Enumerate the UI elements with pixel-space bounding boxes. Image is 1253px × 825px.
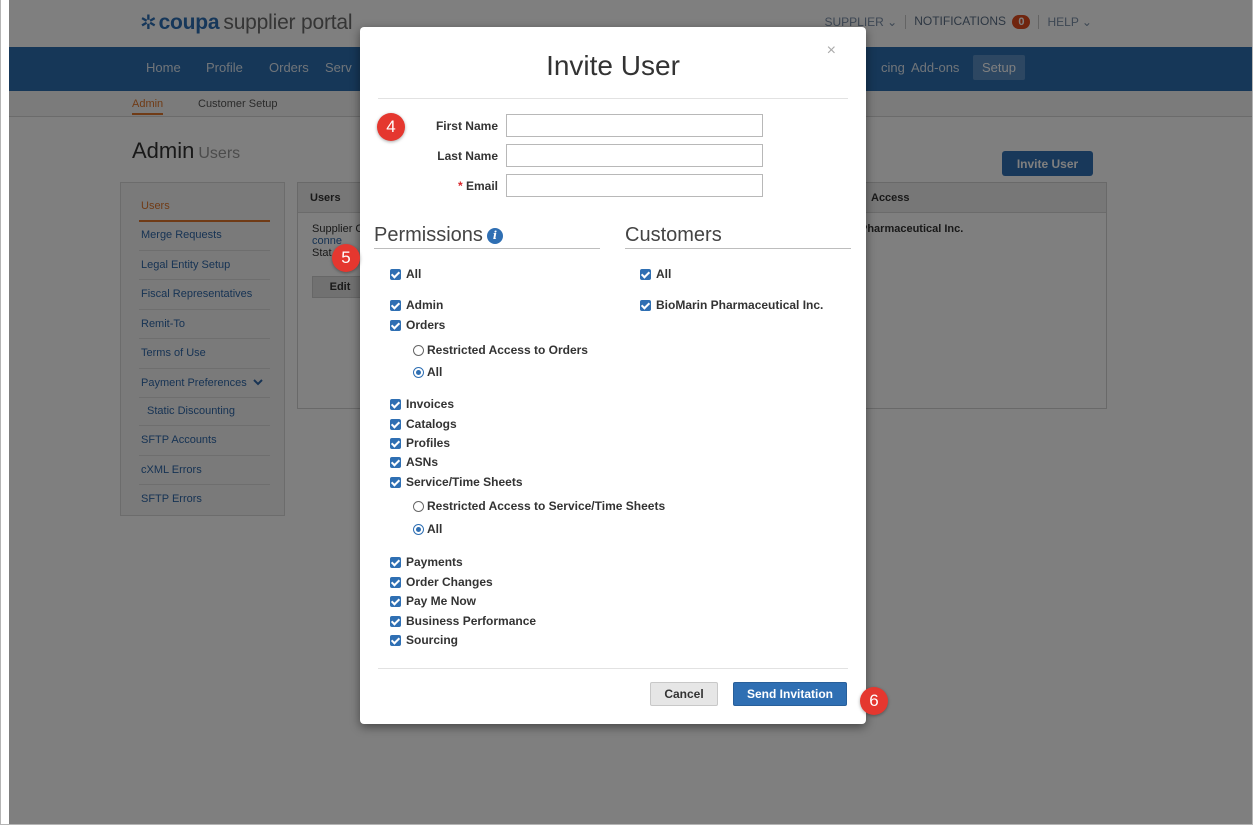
dialog-title: Invite User	[546, 50, 680, 81]
permissions-heading-text: Permissions	[374, 224, 483, 246]
checkbox-label: Admin	[406, 298, 444, 312]
permission-profiles-checkbox[interactable]: Profiles	[390, 436, 450, 450]
app-screen: ✲ coupa supplier portal SUPPLIER ⌄ NOTIF…	[0, 0, 1253, 825]
checkbox-label: All	[656, 267, 672, 281]
first-name-field[interactable]	[506, 114, 763, 137]
divider	[378, 668, 848, 669]
checkbox-label: Payments	[406, 555, 463, 569]
permission-catalogs-checkbox[interactable]: Catalogs	[390, 417, 457, 431]
email-label-text: Email	[465, 179, 498, 193]
checkbox-checked-icon	[640, 299, 651, 311]
email-field[interactable]	[506, 174, 763, 197]
checkbox-label: ASNs	[406, 455, 439, 469]
radio-selected-icon	[413, 366, 424, 378]
checkbox-label: Invoices	[406, 397, 455, 411]
cancel-button[interactable]: Cancel	[650, 682, 718, 706]
checkbox-checked-icon	[390, 615, 401, 627]
radio-label: Restricted Access to Orders	[427, 343, 588, 357]
radio-unselected-icon	[413, 344, 424, 356]
permission-pay-me-now-checkbox[interactable]: Pay Me Now	[390, 594, 476, 608]
checkbox-checked-icon	[390, 595, 401, 607]
divider	[374, 248, 600, 249]
checkbox-checked-icon	[390, 437, 401, 449]
permission-admin-checkbox[interactable]: Admin	[390, 298, 443, 312]
invite-user-dialog: Invite User × First Name Last Name * Ema…	[360, 27, 866, 724]
checkbox-checked-icon	[390, 476, 401, 488]
checkbox-checked-icon	[390, 576, 401, 588]
last-name-field[interactable]	[506, 144, 763, 167]
checkbox-checked-icon	[390, 556, 401, 568]
permission-payments-checkbox[interactable]: Payments	[390, 555, 463, 569]
checkbox-label: Profiles	[406, 436, 451, 450]
checkbox-label: Service/Time Sheets	[406, 475, 523, 489]
divider	[378, 98, 848, 99]
checkbox-label: Orders	[406, 318, 446, 332]
radio-label: All	[427, 522, 443, 536]
customer-biomarin-checkbox[interactable]: BioMarin Pharmaceutical Inc.	[640, 298, 823, 312]
permission-service-time-sheets-checkbox[interactable]: Service/Time Sheets	[390, 475, 523, 489]
radio-label: All	[427, 365, 443, 379]
checkbox-checked-icon	[390, 398, 401, 410]
send-invitation-button[interactable]: Send Invitation	[733, 682, 847, 706]
sts-all-radio[interactable]: All	[413, 522, 442, 536]
required-marker: *	[457, 179, 463, 193]
customers-heading: Customers	[625, 224, 722, 246]
checkbox-label: Pay Me Now	[406, 594, 477, 608]
radio-unselected-icon	[413, 500, 424, 512]
orders-all-radio[interactable]: All	[413, 365, 442, 379]
permission-business-performance-checkbox[interactable]: Business Performance	[390, 614, 536, 628]
checkbox-label: All	[406, 267, 422, 281]
checkbox-checked-icon	[390, 299, 401, 311]
sts-restricted-radio[interactable]: Restricted Access to Service/Time Sheets	[413, 499, 665, 513]
radio-selected-icon	[413, 523, 424, 535]
permission-all-checkbox[interactable]: All	[390, 267, 421, 281]
radio-label: Restricted Access to Service/Time Sheets	[427, 499, 666, 513]
orders-restricted-radio[interactable]: Restricted Access to Orders	[413, 343, 588, 357]
permission-asns-checkbox[interactable]: ASNs	[390, 455, 438, 469]
checkbox-label: Business Performance	[406, 614, 537, 628]
checkbox-checked-icon	[390, 634, 401, 646]
checkbox-checked-icon	[390, 268, 401, 280]
divider	[625, 248, 851, 249]
checkbox-label: Sourcing	[406, 633, 459, 647]
checkbox-label: Order Changes	[406, 575, 493, 589]
checkbox-label: BioMarin Pharmaceutical Inc.	[656, 298, 824, 312]
checkbox-checked-icon	[390, 418, 401, 430]
checkbox-label: Catalogs	[406, 417, 457, 431]
last-name-label: Last Name	[437, 149, 498, 163]
step-marker-4: 4	[377, 113, 405, 141]
permission-orders-checkbox[interactable]: Orders	[390, 318, 445, 332]
permission-sourcing-checkbox[interactable]: Sourcing	[390, 633, 458, 647]
step-marker-5: 5	[332, 244, 360, 272]
permission-invoices-checkbox[interactable]: Invoices	[390, 397, 454, 411]
close-icon[interactable]: ×	[827, 42, 836, 60]
permission-order-changes-checkbox[interactable]: Order Changes	[390, 575, 493, 589]
step-marker-6: 6	[860, 687, 888, 715]
checkbox-checked-icon	[390, 319, 401, 331]
checkbox-checked-icon	[640, 268, 651, 280]
permissions-heading: Permissions i	[374, 224, 503, 247]
info-icon[interactable]: i	[486, 228, 503, 244]
email-label: * Email	[360, 179, 498, 193]
customer-all-checkbox[interactable]: All	[640, 267, 671, 281]
checkbox-checked-icon	[390, 456, 401, 468]
